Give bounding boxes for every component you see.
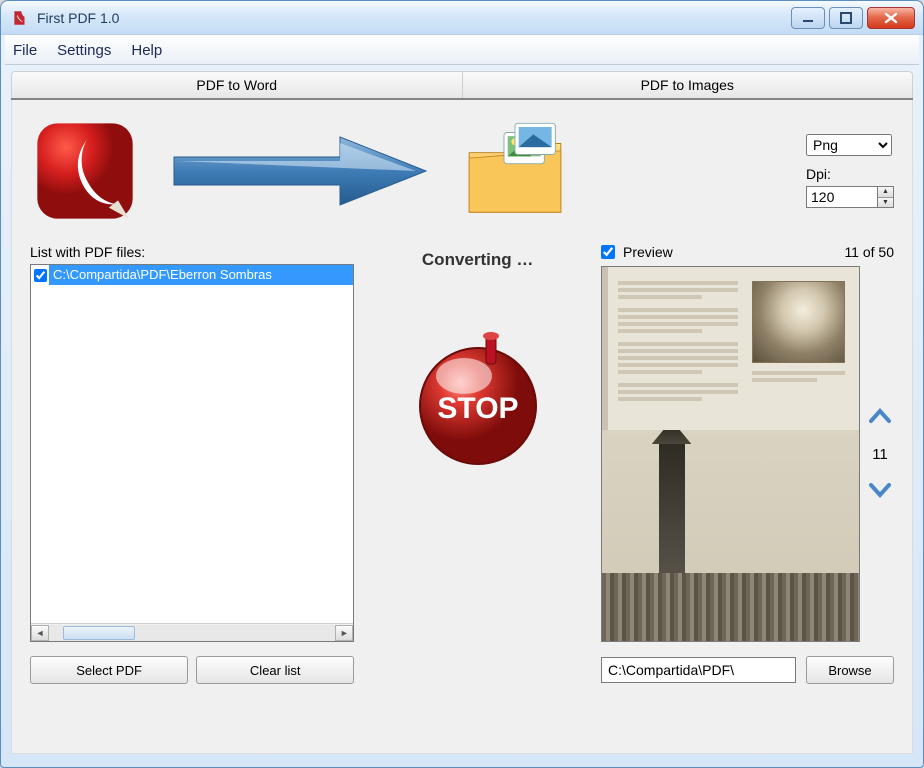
stop-button[interactable]: STOP (408, 330, 548, 470)
file-list-column: List with PDF files: C:\Compartida\PDF\E… (30, 244, 354, 684)
tab-bar: PDF to Word PDF to Images (11, 71, 913, 100)
icon-row: Png Dpi: ▲ ▼ (30, 116, 894, 226)
status-column: Converting … STOP (384, 244, 571, 684)
dpi-label: Dpi: (806, 166, 894, 182)
file-item-path[interactable]: C:\Compartida\PDF\Eberron Sombras (49, 265, 353, 285)
file-list-label: List with PDF files: (30, 244, 354, 260)
file-item-checkbox[interactable] (31, 266, 49, 284)
page-nav: 11 (866, 266, 894, 642)
titlebar: First PDF 1.0 (1, 1, 923, 35)
folder-images-icon (460, 116, 570, 226)
chevron-up-icon (867, 403, 893, 429)
window-title: First PDF 1.0 (37, 10, 119, 26)
chevron-down-icon (867, 477, 893, 503)
horizontal-scrollbar[interactable]: ◄ ► (31, 623, 353, 641)
lower-pane: List with PDF files: C:\Compartida\PDF\E… (30, 244, 894, 684)
file-list[interactable]: C:\Compartida\PDF\Eberron Sombras ◄ ► (30, 264, 354, 642)
browse-button[interactable]: Browse (806, 656, 894, 684)
arrow-right-icon (170, 131, 430, 211)
page-counter: 11 of 50 (844, 244, 894, 260)
current-page: 11 (872, 446, 888, 463)
scroll-thumb[interactable] (63, 626, 135, 640)
clear-list-button[interactable]: Clear list (196, 656, 354, 684)
format-options: Png Dpi: ▲ ▼ (806, 134, 894, 208)
menu-help[interactable]: Help (131, 42, 162, 59)
dpi-spinner: ▲ ▼ (878, 186, 894, 208)
scroll-track[interactable] (49, 625, 335, 641)
close-button[interactable] (867, 7, 915, 29)
dpi-down-button[interactable]: ▼ (878, 198, 893, 208)
output-path-input[interactable] (601, 657, 796, 683)
tab-pdf-to-word[interactable]: PDF to Word (11, 71, 463, 98)
file-list-item[interactable]: C:\Compartida\PDF\Eberron Sombras (31, 265, 353, 285)
preview-page-image (602, 267, 859, 641)
preview-checkbox[interactable] (601, 245, 615, 259)
scroll-right-button[interactable]: ► (335, 625, 353, 641)
dpi-input[interactable] (806, 186, 878, 208)
maximize-button[interactable] (829, 7, 863, 29)
content-pane: Png Dpi: ▲ ▼ List with PDF files: (11, 100, 913, 754)
dpi-up-button[interactable]: ▲ (878, 187, 893, 198)
select-pdf-button[interactable]: Select PDF (30, 656, 188, 684)
prev-page-button[interactable] (867, 403, 893, 432)
window-controls (791, 7, 915, 29)
menu-file[interactable]: File (13, 42, 37, 59)
next-page-button[interactable] (867, 477, 893, 506)
minimize-button[interactable] (791, 7, 825, 29)
stop-label: STOP (437, 392, 518, 425)
preview-pane (601, 266, 860, 642)
converting-label: Converting … (422, 250, 533, 270)
preview-column: Preview 11 of 50 (601, 244, 894, 684)
pdf-icon (30, 116, 140, 226)
tab-pdf-to-images[interactable]: PDF to Images (463, 71, 914, 98)
menubar: File Settings Help (5, 35, 919, 65)
preview-label: Preview (623, 244, 673, 260)
app-icon (11, 9, 29, 27)
app-window: First PDF 1.0 File Settings Help PDF to … (0, 0, 924, 768)
scroll-left-button[interactable]: ◄ (31, 625, 49, 641)
format-select[interactable]: Png (806, 134, 892, 156)
menu-settings[interactable]: Settings (57, 42, 111, 59)
